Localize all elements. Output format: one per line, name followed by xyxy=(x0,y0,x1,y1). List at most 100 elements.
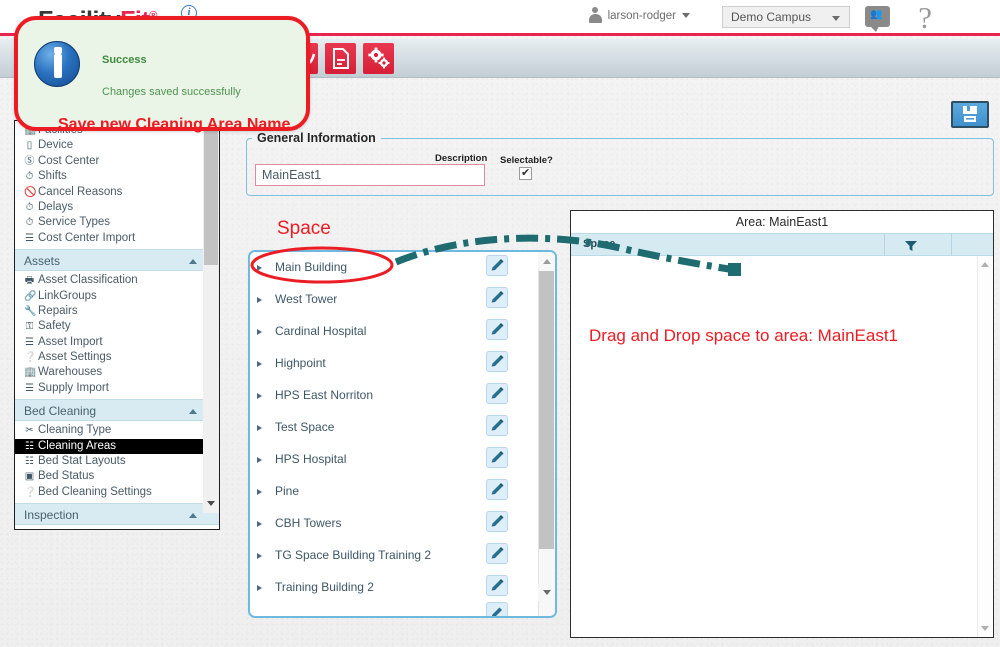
list-item[interactable]: Main Building xyxy=(250,252,555,284)
sidebar-item-service-types[interactable]: ⏱ Service Types xyxy=(15,215,219,230)
sidebar-item-linkgroups[interactable]: 🔗 LinkGroups xyxy=(15,289,219,304)
list-item[interactable] xyxy=(250,602,555,616)
sidebar-item-label: Delays xyxy=(38,200,74,213)
expand-arrow-icon[interactable] xyxy=(257,297,262,303)
sidebar-item-asset-classification[interactable]: 🖶 Asset Classification xyxy=(15,273,219,288)
save-button[interactable] xyxy=(951,101,989,128)
sidebar-item-bed-stat-layouts[interactable]: ☷ Bed Stat Layouts xyxy=(15,454,219,469)
edit-space-button[interactable] xyxy=(486,602,508,616)
sidebar-item-bed-cleaning-settings[interactable]: ❔ Bed Cleaning Settings xyxy=(15,485,219,500)
edit-space-button[interactable] xyxy=(486,415,508,436)
sidebar-item-cleaning-type[interactable]: ✂ Cleaning Type xyxy=(15,423,219,438)
list-item[interactable]: Pine xyxy=(250,476,555,508)
stack-icon: ☰ xyxy=(25,382,34,394)
expand-arrow-icon[interactable] xyxy=(257,457,262,463)
sidebar-item-label: Safety xyxy=(38,320,71,333)
sidebar-item-label: Supply Import xyxy=(38,381,109,394)
area-grid-body[interactable]: Drag and Drop space to area: MainEast1 xyxy=(571,256,993,637)
chevron-down-icon xyxy=(832,16,840,21)
expand-arrow-icon[interactable] xyxy=(257,585,262,591)
sidebar-item-cleaning-areas[interactable]: ☷ Cleaning Areas xyxy=(15,438,203,455)
list-item[interactable]: West Tower xyxy=(250,284,555,316)
sidebar-section-inspection[interactable]: Inspection xyxy=(15,503,219,526)
edit-space-button[interactable] xyxy=(486,511,508,532)
edit-space-button[interactable] xyxy=(486,383,508,404)
section-title: Bed Cleaning xyxy=(24,404,97,419)
sidebar-item-repairs[interactable]: 🔧 Repairs xyxy=(15,304,219,319)
sidebar-scroll-down-button[interactable] xyxy=(203,495,219,511)
sidebar-item-label: Cleaning Type xyxy=(38,424,112,437)
list-item[interactable]: Training Building 2 xyxy=(250,572,555,604)
edit-space-button[interactable] xyxy=(486,447,508,468)
sidebar-item-delays[interactable]: ⏱ Delays xyxy=(15,200,219,215)
expand-arrow-icon[interactable] xyxy=(257,521,262,527)
sidebar-section-bed-cleaning[interactable]: Bed Cleaning xyxy=(15,399,219,422)
expand-arrow-icon[interactable] xyxy=(257,265,262,271)
sidebar-item-supply-import[interactable]: ☰ Supply Import xyxy=(15,381,219,396)
edit-space-button[interactable] xyxy=(486,319,508,340)
sidebar-item-label: LinkGroups xyxy=(38,289,97,302)
list-item[interactable]: CBH Towers xyxy=(250,508,555,540)
sidebar-item-label: Asset Settings xyxy=(38,351,112,364)
expand-arrow-icon[interactable] xyxy=(257,425,262,431)
edit-space-button[interactable] xyxy=(486,255,508,276)
success-toast[interactable]: Success Changes saved successfully Save … xyxy=(14,16,310,133)
chevron-down-icon xyxy=(682,13,690,18)
sidebar-section-assets[interactable]: Assets xyxy=(15,249,219,272)
sidebar-item-shifts[interactable]: ⏱ Shifts xyxy=(15,169,219,184)
campus-select[interactable]: Demo Campus xyxy=(722,6,850,28)
expand-arrow-icon[interactable] xyxy=(257,393,262,399)
edit-space-button[interactable] xyxy=(486,543,508,564)
user-menu[interactable]: larson-rodger xyxy=(588,7,690,24)
edit-space-button[interactable] xyxy=(486,351,508,372)
sidebar-item-warehouses[interactable]: 🏢 Warehouses xyxy=(15,365,219,380)
clock-icon: ⏱ xyxy=(25,217,34,229)
sidebar-assets-list: 🖶 Asset Classification 🔗 LinkGroups 🔧 Re… xyxy=(15,271,219,396)
sidebar-item-cost-center-import[interactable]: ☰ Cost Center Import xyxy=(15,231,219,246)
area-grid-panel[interactable]: Area: MainEast1 Space Drag and Drop spac… xyxy=(570,210,994,638)
document-tool-button[interactable] xyxy=(325,43,356,74)
people-chat-icon[interactable]: 👥 xyxy=(865,6,890,32)
list-item[interactable]: Highpoint xyxy=(250,348,555,380)
list-item[interactable]: Cardinal Hospital xyxy=(250,316,555,348)
sidebar-scrollbar-thumb[interactable] xyxy=(204,122,218,265)
selectable-checkbox[interactable] xyxy=(519,166,532,180)
space-scroll-up-button[interactable] xyxy=(538,252,555,269)
expand-arrow-icon[interactable] xyxy=(257,329,262,335)
list-item[interactable]: HPS East Norriton xyxy=(250,380,555,412)
clock-icon: ⏱ xyxy=(25,171,34,183)
space-list-panel[interactable]: Main Building West Tower Cardinal Hospit… xyxy=(248,250,557,618)
edit-space-button[interactable] xyxy=(486,479,508,500)
list-item[interactable]: Test Space xyxy=(250,412,555,444)
help-icon[interactable]: ? xyxy=(918,0,932,36)
sidebar-item-asset-import[interactable]: ☰ Asset Import xyxy=(15,335,219,350)
sidebar-item-safety[interactable]: ⚿ Safety xyxy=(15,319,219,334)
navigation-sidebar[interactable]: 🏢 Facilities ▯ Device Ⓢ Cost Center ⏱ Sh… xyxy=(14,120,220,530)
sidebar-scrollbar[interactable] xyxy=(203,121,219,513)
edit-space-button[interactable] xyxy=(486,575,508,596)
edit-space-button[interactable] xyxy=(486,287,508,308)
space-heading: Space xyxy=(277,218,331,239)
space-scroll-down-button[interactable] xyxy=(538,584,555,601)
sidebar-item-cost-center[interactable]: Ⓢ Cost Center xyxy=(15,154,219,169)
expand-arrow-icon[interactable] xyxy=(257,553,262,559)
area-grid-scrollbar[interactable] xyxy=(977,256,993,637)
list-item[interactable]: HPS Hospital xyxy=(250,444,555,476)
space-name-label: HPS Hospital xyxy=(275,452,347,466)
description-input[interactable] xyxy=(255,164,485,186)
expand-arrow-icon[interactable] xyxy=(257,361,262,367)
document-icon xyxy=(333,48,349,69)
sidebar-item-device[interactable]: ▯ Device xyxy=(15,138,219,153)
area-panel-title: Area: MainEast1 xyxy=(571,211,993,233)
expand-arrow-icon[interactable] xyxy=(257,489,262,495)
settings-tool-button[interactable] xyxy=(363,43,394,74)
sidebar-item-bed-status[interactable]: ▣ Bed Status xyxy=(15,469,219,484)
pencil-icon xyxy=(491,419,504,431)
sidebar-item-label: Cleaning Areas xyxy=(38,439,116,452)
pencil-icon xyxy=(491,323,504,335)
space-list-scrollbar[interactable] xyxy=(538,252,555,616)
list-item[interactable]: TG Space Building Training 2 xyxy=(250,540,555,572)
sidebar-item-cancel-reasons[interactable]: 🚫 Cancel Reasons xyxy=(15,185,219,200)
sidebar-item-asset-settings[interactable]: ❔ Asset Settings xyxy=(15,350,219,365)
space-list-scrollbar-thumb[interactable] xyxy=(539,271,554,549)
